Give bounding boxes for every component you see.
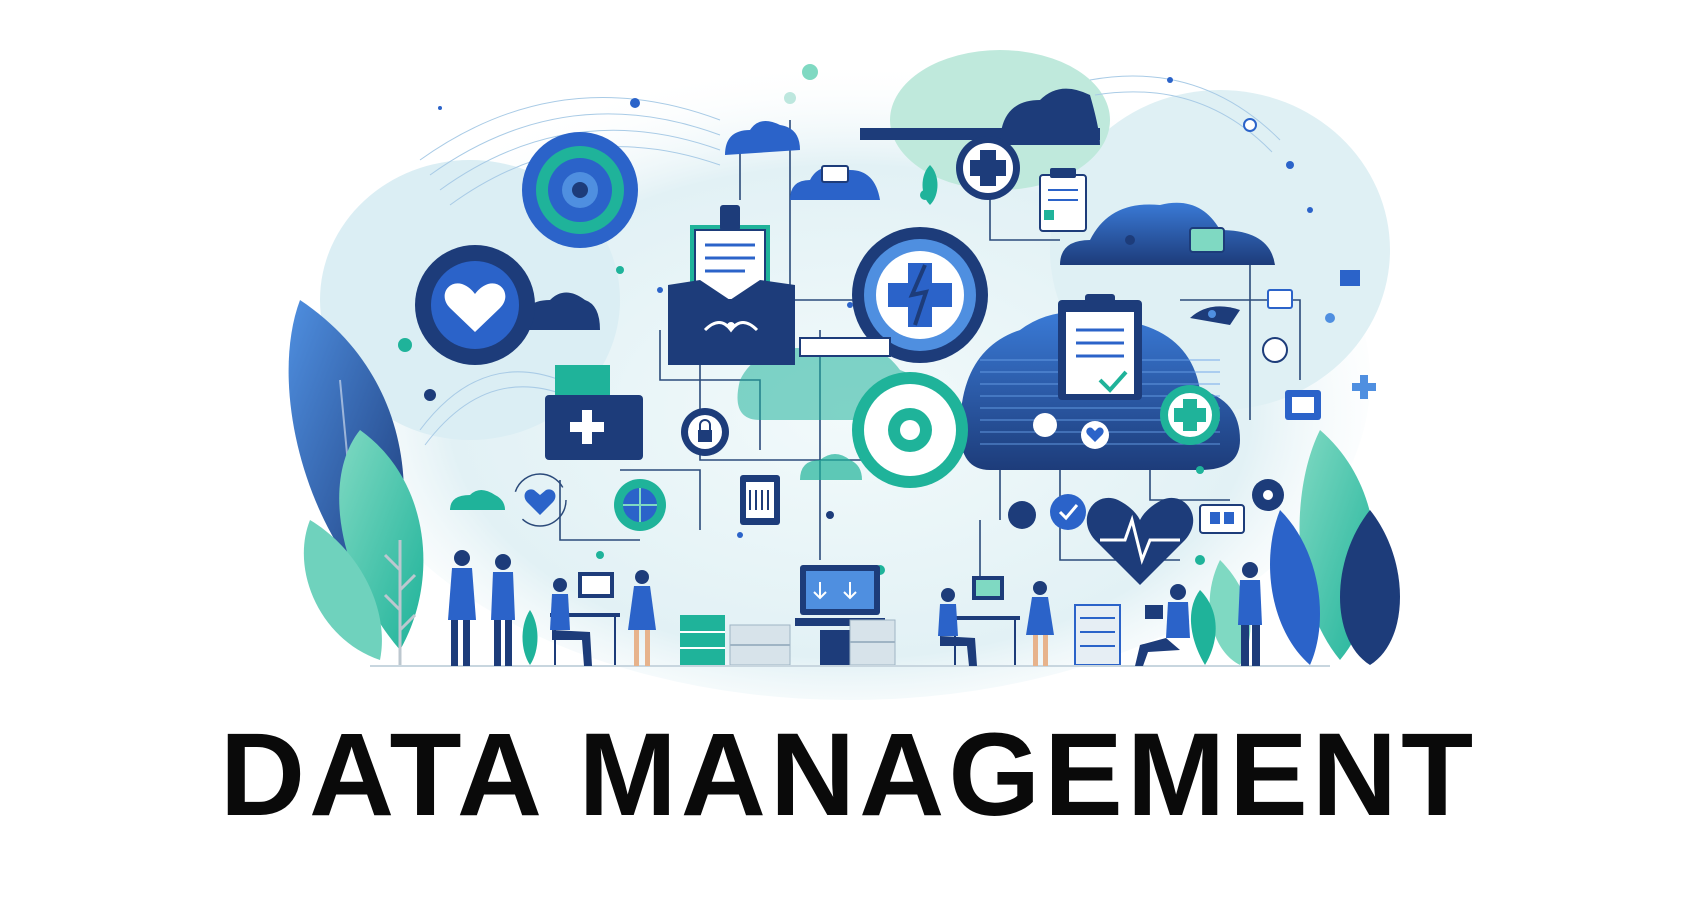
tablet-icon <box>740 475 780 525</box>
lock-icon <box>681 408 729 456</box>
small-clipboard-icon <box>1039 168 1087 232</box>
page-title: DATA MANAGEMENT <box>219 709 1478 841</box>
data-management-illustration <box>288 50 1400 700</box>
target-icon <box>522 132 638 248</box>
clipboard-check-icon <box>1058 294 1142 400</box>
heart-bubble-icon <box>415 245 535 365</box>
globe-icon <box>614 479 666 531</box>
disk-icon <box>852 372 968 488</box>
medical-cross-icon <box>956 136 1020 200</box>
